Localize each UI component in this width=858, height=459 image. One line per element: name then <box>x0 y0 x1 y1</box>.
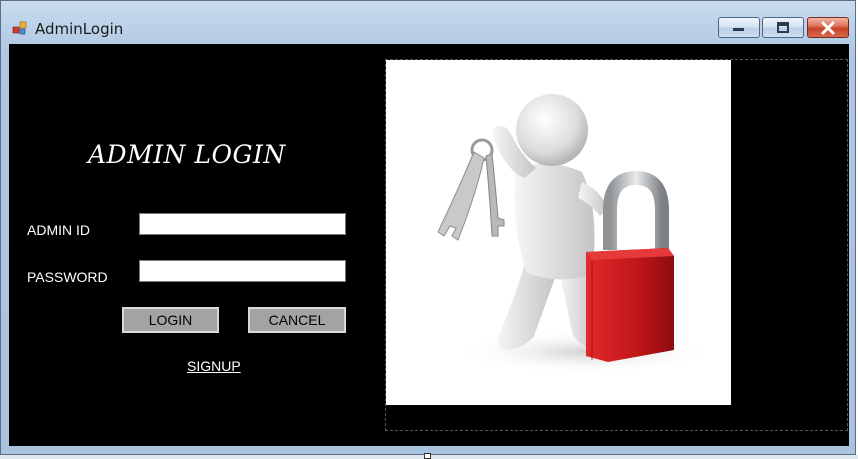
admin-id-input[interactable] <box>139 213 346 235</box>
person-with-keys-and-padlock-icon <box>437 94 716 374</box>
login-button[interactable]: LOGIN <box>122 307 219 333</box>
password-input[interactable] <box>139 260 346 282</box>
maximize-button[interactable] <box>762 17 804 38</box>
window-title: AdminLogin <box>35 20 124 38</box>
resize-handle[interactable] <box>424 453 431 459</box>
signup-link[interactable]: SIGNUP <box>187 358 241 374</box>
minimize-icon <box>733 27 744 31</box>
password-label: PASSWORD <box>27 269 108 285</box>
minimize-button[interactable] <box>718 17 760 38</box>
app-icon <box>12 21 27 35</box>
close-button[interactable] <box>807 17 849 38</box>
cancel-button[interactable]: CANCEL <box>248 307 346 333</box>
login-illustration <box>386 60 731 405</box>
admin-id-label: ADMIN ID <box>27 222 90 238</box>
close-icon <box>821 21 835 34</box>
title-bar[interactable]: AdminLogin <box>1 1 855 43</box>
page-title: ADMIN LOGIN <box>88 140 286 169</box>
maximize-icon <box>777 21 789 33</box>
